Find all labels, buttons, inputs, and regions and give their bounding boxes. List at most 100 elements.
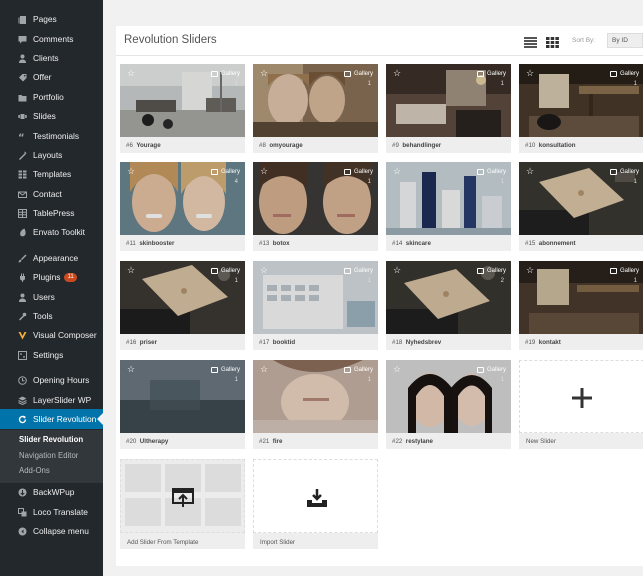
sidebar-item-label: Portfolio <box>33 92 64 102</box>
sidebar-item-appearance[interactable]: Appearance <box>0 248 103 268</box>
slider-card[interactable]: ☆ Gallery 1 #6 Yourage <box>120 64 245 153</box>
sidebar-item-label: Pages <box>33 14 57 24</box>
slider-card[interactable]: ☆ Gallery 1 #19 kontakt <box>519 261 643 350</box>
sidebar-item-layouts[interactable]: Layouts <box>0 145 103 165</box>
slide-count: 1 <box>500 81 504 87</box>
slider-card[interactable]: ☆ Gallery 1 #22 restylane <box>386 360 511 449</box>
favorite-star-icon[interactable]: ☆ <box>393 167 401 176</box>
sidebar-item-slides[interactable]: Slides <box>0 106 103 126</box>
slider-card[interactable]: ☆ Gallery 1 #17 booktid <box>253 261 378 350</box>
grid-view-icon[interactable] <box>546 35 559 48</box>
slider-card[interactable]: ☆ Gallery 1 #15 abonnement <box>519 162 643 251</box>
sidebar-item-slider-revolution[interactable]: Slider Revolution <box>0 409 103 429</box>
sidebar-item-contact[interactable]: Contact <box>0 184 103 204</box>
slider-type-label: Gallery <box>343 169 373 175</box>
slider-type: Gallery <box>353 169 373 175</box>
favorite-star-icon[interactable]: ☆ <box>526 69 534 78</box>
slider-type-label: Gallery <box>210 367 240 373</box>
slider-card[interactable]: ☆ Gallery 1 #10 konsultation <box>519 64 643 153</box>
favorite-star-icon[interactable]: ☆ <box>127 365 135 374</box>
favorite-star-icon[interactable]: ☆ <box>260 167 268 176</box>
sidebar-item-plugins[interactable]: Plugins 11 <box>0 267 103 287</box>
slider-type-label: Gallery <box>343 268 373 274</box>
favorite-star-icon[interactable]: ☆ <box>260 365 268 374</box>
favorite-star-icon[interactable]: ☆ <box>260 69 268 78</box>
add-from-template-button[interactable]: Add Slider From Template <box>120 459 245 549</box>
slider-type: Gallery <box>486 169 506 175</box>
slide-count: 1 <box>367 278 371 284</box>
sidebar-item-offer[interactable]: Offer <box>0 67 103 87</box>
slide-count: 1 <box>500 179 504 185</box>
slider-id: #15 <box>525 240 536 247</box>
template-area <box>120 459 245 533</box>
list-view-icon[interactable] <box>524 35 537 48</box>
sidebar-item-settings[interactable]: Settings <box>0 345 103 365</box>
slider-card[interactable]: ☆ Gallery 2 #18 Nyhedsbrev <box>386 261 511 350</box>
sidebar-item-envato-toolkit[interactable]: Envato Toolkit <box>0 222 103 242</box>
slider-card[interactable]: ☆ Gallery 1 #9 behandlinger <box>386 64 511 153</box>
sidebar-item-visual-composer[interactable]: Visual Composer <box>0 325 103 345</box>
favorite-star-icon[interactable]: ☆ <box>526 167 534 176</box>
slide-count: 1 <box>367 179 371 185</box>
slide-count: 1 <box>367 377 371 383</box>
sidebar-item-opening-hours[interactable]: Opening Hours <box>0 370 103 390</box>
pages-icon <box>17 14 27 24</box>
sidebar-item-comments[interactable]: Comments <box>0 29 103 49</box>
import-slider-button[interactable]: Import Slider <box>253 459 378 549</box>
slider-card[interactable]: ☆ Gallery 1 #20 Ultherapy <box>120 360 245 449</box>
settings-icon <box>17 350 27 360</box>
sidebar-item-label: TablePress <box>33 208 75 218</box>
favorite-star-icon[interactable]: ☆ <box>393 266 401 275</box>
sidebar-item-label: LayerSlider WP <box>33 395 92 405</box>
slider-type-label: Gallery <box>343 367 373 373</box>
slider-thumbnail: ☆ Gallery 1 <box>253 360 378 433</box>
sidebar-item-users[interactable]: Users <box>0 287 103 307</box>
sidebar-item-layerslider-wp[interactable]: LayerSlider WP <box>0 390 103 410</box>
sidebar-item-label: Slider Revolution <box>33 414 97 424</box>
slider-thumbnail: ☆ Gallery 1 <box>519 261 643 334</box>
sort-select[interactable]: By ID <box>607 33 643 48</box>
slider-caption: #16 priser <box>126 339 157 346</box>
favorite-star-icon[interactable]: ☆ <box>127 167 135 176</box>
new-slider-button[interactable]: New Slider <box>519 360 643 449</box>
favorite-star-icon[interactable]: ☆ <box>526 266 534 275</box>
favorite-star-icon[interactable]: ☆ <box>127 69 135 78</box>
sidebar-item-tools[interactable]: Tools <box>0 306 103 326</box>
submenu-item-add-ons[interactable]: Add-Ons <box>19 466 50 475</box>
submenu-item-slider-revolution[interactable]: Slider Revolution <box>19 435 83 444</box>
sidebar-item-loco-translate[interactable]: Loco Translate <box>0 502 103 522</box>
sidebar-item-pages[interactable]: Pages <box>0 9 103 29</box>
slider-thumbnail: ☆ Gallery 1 <box>253 64 378 137</box>
tablepress-icon <box>17 208 27 218</box>
sidebar-item-label: Offer <box>33 72 52 82</box>
slider-card[interactable]: ☆ Gallery 1 #13 botox <box>253 162 378 251</box>
favorite-star-icon[interactable]: ☆ <box>260 266 268 275</box>
slider-card[interactable]: ☆ Gallery 1 #14 skincare <box>386 162 511 251</box>
slide-count: 1 <box>234 278 238 284</box>
slider-type: Gallery <box>220 367 240 373</box>
sidebar-item-collapse-menu[interactable]: Collapse menu <box>0 521 103 541</box>
favorite-star-icon[interactable]: ☆ <box>393 365 401 374</box>
favorite-star-icon[interactable]: ☆ <box>393 69 401 78</box>
slider-card[interactable]: ☆ Gallery 4 #11 skinbooster <box>120 162 245 251</box>
sidebar-item-portfolio[interactable]: Portfolio <box>0 87 103 107</box>
submenu-item-navigation-editor[interactable]: Navigation Editor <box>19 451 78 460</box>
svg-text:“: “ <box>18 132 25 141</box>
slider-card[interactable]: ☆ Gallery 1 #8 omyourage <box>253 64 378 153</box>
slider-thumbnail: ☆ Gallery 1 <box>386 162 511 235</box>
favorite-star-icon[interactable]: ☆ <box>127 266 135 275</box>
slider-type: Gallery <box>486 71 506 77</box>
sidebar-item-tablepress[interactable]: TablePress <box>0 203 103 223</box>
comments-icon <box>17 34 27 44</box>
slider-card[interactable]: ☆ Gallery 1 #16 priser <box>120 261 245 350</box>
slider-type-label: Gallery <box>609 169 639 175</box>
sidebar-item-templates[interactable]: Templates <box>0 164 103 184</box>
sidebar-item-backwpup[interactable]: BackWPup <box>0 482 103 502</box>
sidebar-item-clients[interactable]: Clients <box>0 48 103 68</box>
slide-count: 1 <box>367 81 371 87</box>
slider-card[interactable]: ☆ Gallery 1 #21 fire <box>253 360 378 449</box>
slider-id: #22 <box>392 438 403 445</box>
slider-id: #6 <box>126 142 133 149</box>
gallery-icon <box>210 367 218 373</box>
sidebar-item-testimonials[interactable]: “ Testimonials <box>0 126 103 146</box>
